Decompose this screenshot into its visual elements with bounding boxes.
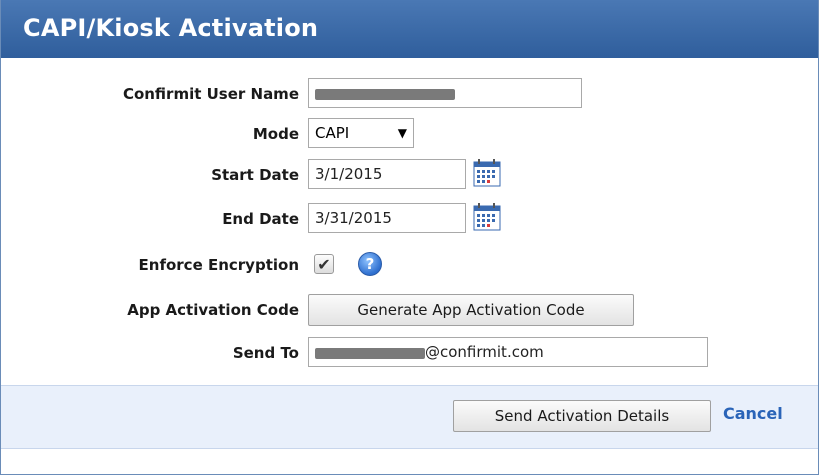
start-date-input[interactable]: 3/1/2015 <box>308 159 466 189</box>
activation-dialog: CAPI/Kiosk Activation Confirmit User Nam… <box>0 0 819 475</box>
checkbox-check-icon: ✔ <box>317 254 331 274</box>
activation-code-row: App Activation Code Generate App Activat… <box>1 294 818 326</box>
mode-row: Mode CAPI ▼ <box>1 118 818 150</box>
calendar-icon[interactable] <box>473 159 501 187</box>
end-date-row: End Date 3/31/2015 <box>1 203 818 235</box>
send-to-redacted-value <box>315 347 425 359</box>
start-date-row: Start Date 3/1/2015 <box>1 159 818 191</box>
help-icon[interactable]: ? <box>358 252 382 276</box>
activation-code-label: App Activation Code <box>127 301 299 319</box>
username-label: Confirmit User Name <box>122 85 299 103</box>
generate-activation-code-button[interactable]: Generate App Activation Code <box>308 294 634 326</box>
end-date-value: 3/31/2015 <box>315 209 392 227</box>
start-date-label: Start Date <box>211 166 299 184</box>
end-date-label: End Date <box>222 210 299 228</box>
username-redacted-value <box>315 88 455 100</box>
dropdown-arrow-icon: ▼ <box>397 126 407 140</box>
cancel-link[interactable]: Cancel <box>723 404 783 423</box>
enforce-encryption-checkbox[interactable]: ✔ <box>314 254 334 274</box>
calendar-icon[interactable] <box>473 203 501 231</box>
encryption-row: Enforce Encryption ✔ ? <box>1 249 818 281</box>
username-row: Confirmit User Name <box>1 78 818 110</box>
mode-label: Mode <box>252 125 299 143</box>
end-date-input[interactable]: 3/31/2015 <box>308 203 466 233</box>
username-input[interactable] <box>308 78 582 108</box>
dialog-title-bar: CAPI/Kiosk Activation <box>1 0 818 58</box>
mode-select[interactable]: CAPI ▼ <box>308 118 414 148</box>
send-to-label: Send To <box>232 344 299 362</box>
send-to-row: Send To @confirmit.com <box>1 337 818 369</box>
dialog-title: CAPI/Kiosk Activation <box>23 14 319 42</box>
mode-selected-value: CAPI <box>315 124 350 142</box>
send-activation-details-button[interactable]: Send Activation Details <box>453 400 711 432</box>
send-to-input[interactable]: @confirmit.com <box>308 337 708 367</box>
start-date-value: 3/1/2015 <box>315 165 383 183</box>
send-to-domain: @confirmit.com <box>425 343 544 361</box>
help-glyph: ? <box>365 255 375 273</box>
encryption-label: Enforce Encryption <box>138 256 299 274</box>
